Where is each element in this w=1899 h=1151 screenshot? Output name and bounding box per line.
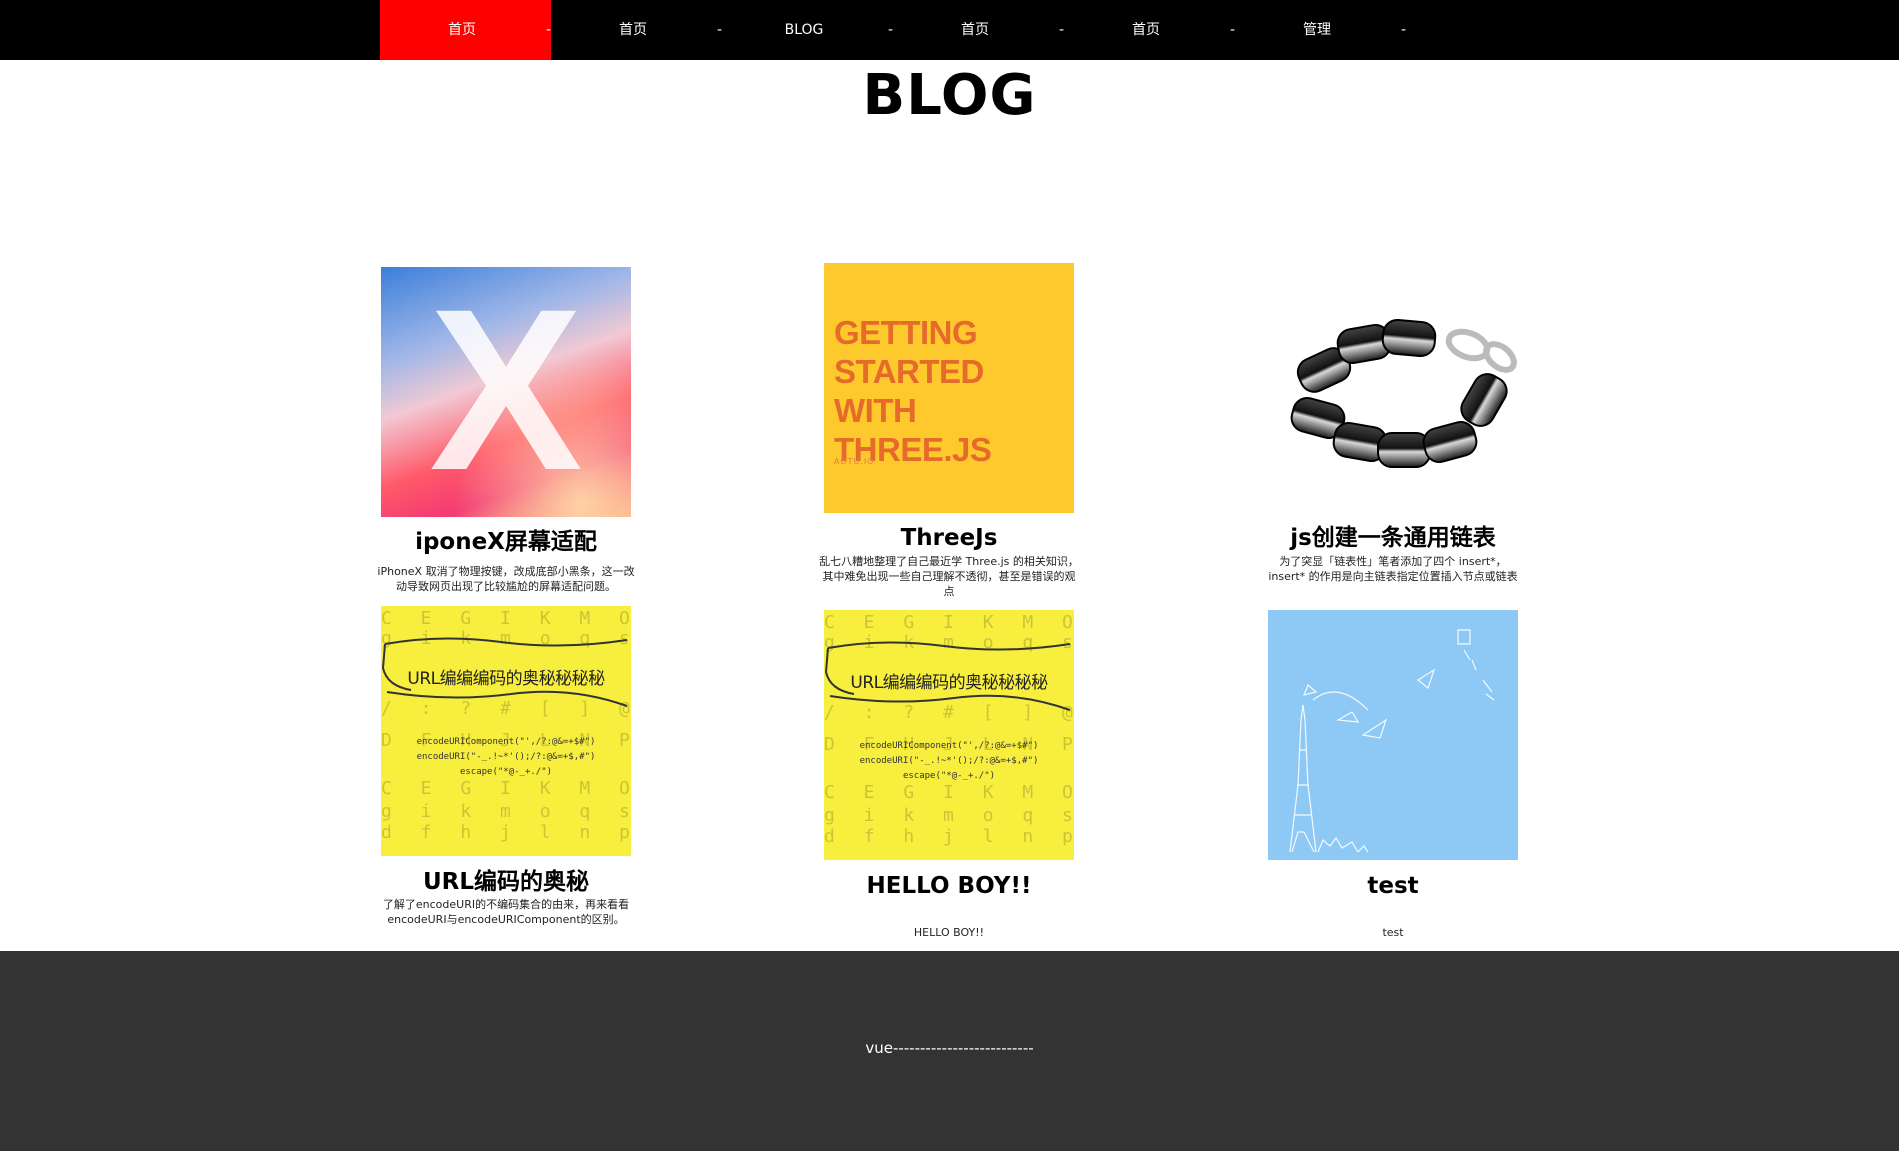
post-description: 为了突显「链表性」笔者添加了四个 insert*，insert* 的作用是向主链… xyxy=(1268,555,1518,583)
post-thumbnail[interactable]: C E G I K M O Q S U W g i k m o q s u w … xyxy=(824,610,1074,860)
underline-scribble-icon xyxy=(381,637,628,707)
post-description: test xyxy=(1382,926,1404,939)
nav-item-label: 首页 xyxy=(448,22,476,38)
thumbnail-code-line: encodeURI("-_.!~*'();/?:@&=+$,#") xyxy=(859,756,1039,766)
nav-item-home-3[interactable]: 首页 - xyxy=(893,0,1064,60)
post-title[interactable]: HELLO BOY!! xyxy=(819,872,1079,900)
nav-item-label: 首页 xyxy=(1132,22,1160,38)
nav-item-home-4[interactable]: 首页 - xyxy=(1064,0,1235,60)
thumbnail-subtitle: AOTU.IO xyxy=(834,457,875,466)
post-title[interactable]: iponeX屏幕适配 xyxy=(376,528,636,556)
footer-text: vue-------------------------- xyxy=(865,1039,1034,1057)
post-description: 乱七八糟地整理了自己最近学 Three.js 的相关知识，其中难免出现一些自己理… xyxy=(819,555,1079,598)
nav-item-label: 首页 xyxy=(961,22,989,38)
nav-item-admin[interactable]: 管理 - xyxy=(1235,0,1406,60)
thumbnail-headline: URL编编编码的奥秘秘秘秘 xyxy=(407,669,605,689)
underline-scribble-icon xyxy=(824,641,1071,711)
thumbnail-letter: X xyxy=(429,267,583,517)
nav-item-home-2[interactable]: 首页 - xyxy=(551,0,722,60)
post-description: HELLO BOY!! xyxy=(913,926,985,939)
nav-item-blog[interactable]: BLOG - xyxy=(722,0,893,60)
post-thumbnail[interactable] xyxy=(1268,610,1518,860)
page-title: BLOG xyxy=(862,63,1037,128)
nav-item-label: BLOG xyxy=(784,22,824,38)
post-description: 了解了encodeURI的不编码集合的由来，再来看看encodeURI与enco… xyxy=(382,898,630,926)
footer: vue-------------------------- xyxy=(0,951,1899,1151)
thumbnail-code-line: escape("*@-_+./") xyxy=(459,767,553,777)
nav-item-home[interactable]: 首页 - xyxy=(380,0,551,60)
post-thumbnail[interactable]: C E G I K M O Q S U W g i k m o q s u w … xyxy=(381,606,631,856)
thumbnail-headline: GETTING STARTED WITH THREE.JS xyxy=(834,314,992,468)
nav-separator: - xyxy=(1401,22,1407,38)
thumbnail-code-line: escape("*@-_+./") xyxy=(902,771,996,781)
post-title[interactable]: js创建一条通用链表 xyxy=(1263,524,1523,552)
chain-bracelet-icon xyxy=(1290,318,1517,468)
post-thumbnail[interactable]: GETTING STARTED WITH THREE.JS AOTU.IO xyxy=(824,263,1074,513)
post-thumbnail[interactable] xyxy=(1268,263,1518,513)
post-title[interactable]: test xyxy=(1263,872,1523,900)
post-title[interactable]: ThreeJs xyxy=(819,524,1079,552)
eiffel-tower-sketch-icon xyxy=(1289,629,1495,853)
post-thumbnail[interactable]: X xyxy=(381,267,631,517)
post-description: iPhoneX 取消了物理按键，改成底部小黑条，这一改动导致网页出现了比较尴尬的… xyxy=(377,565,635,593)
post-title[interactable]: URL编码的奥秘 xyxy=(376,868,636,896)
thumbnail-code-line: encodeURI("-_.!~*'();/?:@&=+$,#") xyxy=(416,752,596,762)
nav-item-label: 管理 xyxy=(1303,22,1331,38)
nav-item-label: 首页 xyxy=(619,22,647,38)
thumbnail-code-line: encodeURIComponent("',/?:@&=+$#") xyxy=(416,737,596,747)
thumbnail-code-line: encodeURIComponent("',/?:@&=+$#") xyxy=(859,741,1039,751)
thumbnail-headline: URL编编编码的奥秘秘秘秘 xyxy=(850,673,1048,693)
top-nav: 首页 - 首页 - BLOG - 首页 - 首页 - 管理 - xyxy=(0,0,1899,60)
